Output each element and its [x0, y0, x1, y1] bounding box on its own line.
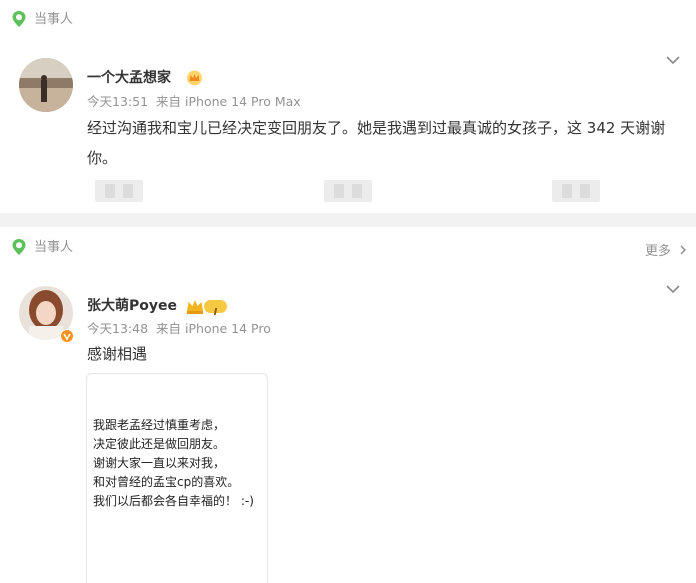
username[interactable]: 张大萌Poyee: [87, 297, 177, 315]
location-pin-icon: [12, 239, 26, 255]
card-line: 谢谢大家一直以来对我，: [93, 456, 226, 470]
post-time[interactable]: 今天13:51: [87, 94, 148, 109]
username[interactable]: 一个大孟想家: [87, 69, 171, 87]
post-meta: 今天13:48 来自 iPhone 14 Pro: [87, 321, 279, 337]
avatar[interactable]: [19, 58, 73, 112]
post-2-tag: 当事人: [11, 238, 91, 258]
card-line: 和对曾经的孟宝cp的喜欢。: [93, 475, 240, 489]
post-time[interactable]: 今天13:48: [87, 321, 148, 336]
card-line: 我跟老孟经过慎重考虑，: [93, 418, 226, 432]
image-card-text: 我跟老孟经过慎重考虑， 决定彼此还是做回朋友。 谢谢大家一直以来对我， 和对曾经…: [93, 416, 254, 511]
card-line: 决定彼此还是做回朋友。: [93, 437, 226, 451]
tag-label: 当事人: [34, 12, 74, 27]
like-button[interactable]: [552, 180, 600, 202]
image-card[interactable]: 我跟老孟经过慎重考虑， 决定彼此还是做回朋友。 谢谢大家一直以来对我， 和对曾经…: [86, 373, 268, 583]
post-text-line: 经过沟通我和宝儿已经决定变回朋友了。她是我遇到过最真诚的女孩子，这 342 天谢…: [87, 119, 666, 137]
post-text: 经过沟通我和宝儿已经决定变回朋友了。她是我遇到过最真诚的女孩子，这 342 天谢…: [87, 113, 687, 173]
divider: [0, 213, 696, 227]
location-pin-icon: [12, 11, 26, 27]
vip-badge[interactable]: I: [186, 298, 228, 318]
post-source: 来自 iPhone 14 Pro: [156, 321, 271, 336]
post-text: 感谢相遇: [87, 345, 148, 363]
chevron-down-icon[interactable]: [666, 55, 680, 65]
chevron-right-icon: [680, 245, 687, 255]
more-link[interactable]: 更多: [645, 240, 687, 259]
post-meta: 今天13:51 来自 iPhone 14 Pro Max: [87, 94, 309, 110]
more-label: 更多: [645, 244, 672, 259]
crown-icon: [187, 300, 203, 314]
repost-button[interactable]: [95, 180, 143, 202]
card-line: 我们以后都会各自幸福的！ :-): [93, 494, 254, 508]
tag-label: 当事人: [34, 240, 74, 255]
post-text-line: 你。: [87, 149, 118, 167]
verified-badge-icon: [60, 329, 74, 343]
vip-level: I: [204, 300, 227, 318]
post-1-tag: 当事人: [11, 10, 91, 30]
post-source: 来自 iPhone 14 Pro Max: [156, 94, 301, 109]
comment-button[interactable]: [324, 180, 372, 202]
avatar-photo: [19, 58, 73, 112]
crown-badge-icon[interactable]: [186, 70, 203, 86]
chevron-down-icon[interactable]: [666, 284, 680, 294]
